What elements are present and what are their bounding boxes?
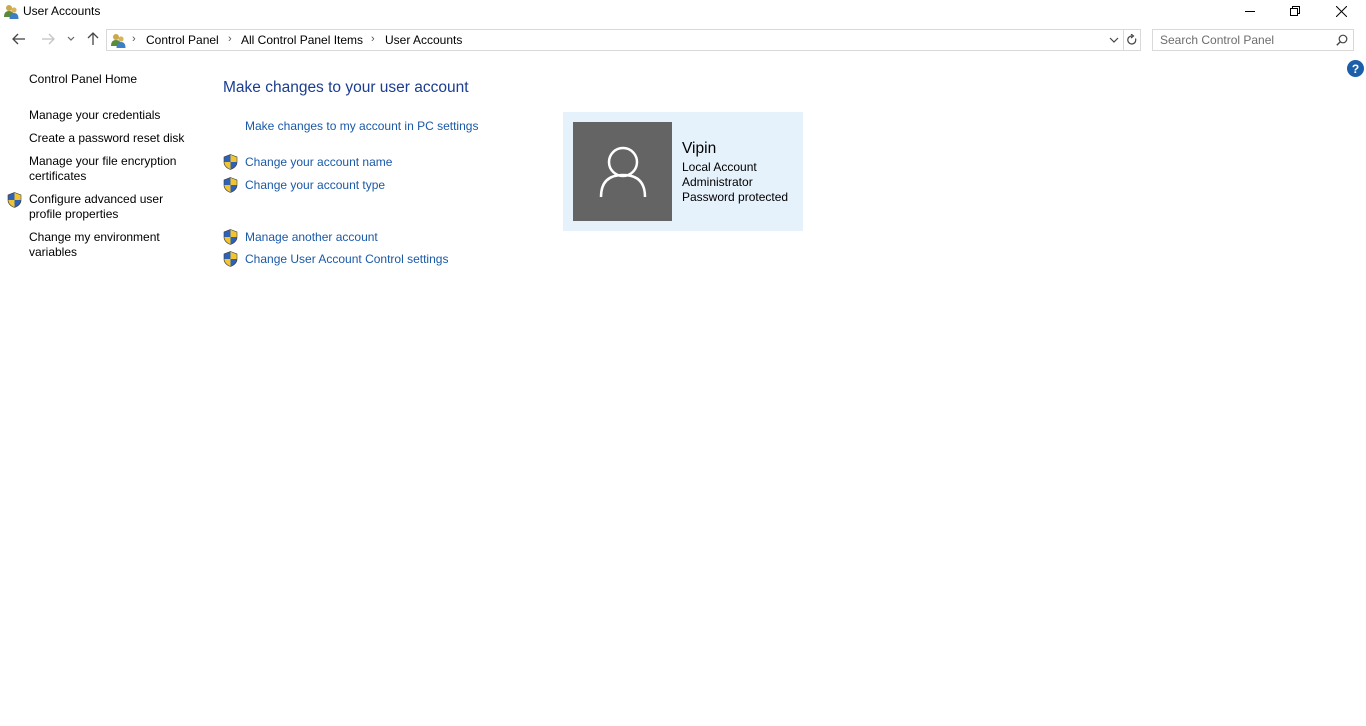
page-title: Make changes to your user account	[223, 79, 469, 96]
account-card: Vipin Local Account Administrator Passwo…	[563, 112, 803, 231]
account-name: Vipin	[682, 140, 717, 157]
uac-shield-icon	[223, 229, 238, 245]
uac-shield-icon	[223, 251, 238, 267]
pc-settings-link[interactable]: Make changes to my account in PC setting…	[245, 119, 478, 133]
restore-button[interactable]	[1272, 0, 1318, 22]
minimize-icon	[1245, 11, 1255, 12]
change-account-type-link[interactable]: Change your account type	[245, 178, 385, 192]
search-box[interactable]	[1152, 29, 1354, 51]
breadcrumb-separator[interactable]: ›	[132, 33, 136, 45]
back-arrow-icon	[12, 33, 25, 45]
up-button[interactable]	[84, 30, 102, 48]
change-account-name-link[interactable]: Change your account name	[245, 155, 392, 169]
breadcrumb-separator[interactable]: ›	[228, 33, 232, 45]
user-accounts-icon	[3, 3, 20, 20]
breadcrumb-all-control-panel-items[interactable]: All Control Panel Items	[241, 33, 363, 47]
recent-locations-button[interactable]	[64, 30, 78, 48]
sidebar-control-panel-home[interactable]: Control Panel Home	[29, 72, 194, 87]
sidebar-item-advanced-user-profile[interactable]: Configure advanced user profile properti…	[29, 192, 179, 222]
sidebar-item-environment-variables[interactable]: Change my environment variables	[29, 230, 174, 260]
breadcrumb-user-accounts[interactable]: User Accounts	[385, 33, 462, 47]
up-arrow-icon	[87, 32, 99, 45]
chevron-down-icon	[67, 36, 75, 41]
uac-shield-icon	[7, 192, 22, 208]
user-accounts-icon	[110, 32, 127, 49]
breadcrumb-separator[interactable]: ›	[371, 33, 375, 45]
sidebar-item-manage-credentials[interactable]: Manage your credentials	[29, 108, 194, 123]
chevron-down-icon	[1109, 37, 1119, 43]
search-input[interactable]	[1153, 30, 1328, 50]
uac-shield-icon	[223, 177, 238, 193]
avatar	[573, 122, 672, 221]
navigation-bar: › Control Panel › All Control Panel Item…	[0, 27, 1366, 53]
sidebar-item-file-encryption-certificates[interactable]: Manage your file encryption certificates	[29, 154, 189, 184]
address-bar[interactable]: › Control Panel › All Control Panel Item…	[106, 29, 1124, 51]
close-icon	[1335, 5, 1347, 17]
account-type: Local Account	[682, 160, 757, 174]
change-uac-settings-link[interactable]: Change User Account Control settings	[245, 252, 448, 266]
close-button[interactable]	[1318, 0, 1364, 22]
forward-arrow-icon	[42, 33, 55, 45]
address-history-button[interactable]	[1107, 33, 1121, 47]
breadcrumb-control-panel[interactable]: Control Panel	[146, 33, 219, 47]
user-silhouette-icon	[599, 146, 646, 197]
manage-another-account-link[interactable]: Manage another account	[245, 230, 378, 244]
title-bar: User Accounts	[0, 0, 1366, 24]
refresh-button[interactable]	[1123, 29, 1141, 51]
search-icon[interactable]	[1336, 34, 1348, 46]
account-password-status: Password protected	[682, 190, 789, 204]
back-button[interactable]	[10, 30, 28, 48]
minimize-button[interactable]	[1227, 0, 1273, 22]
uac-shield-icon	[223, 154, 238, 170]
account-role: Administrator	[682, 175, 753, 189]
sidebar-item-password-reset-disk[interactable]: Create a password reset disk	[29, 131, 194, 146]
window-title: User Accounts	[23, 4, 101, 18]
refresh-icon	[1126, 34, 1136, 45]
forward-button[interactable]	[39, 30, 57, 48]
help-button[interactable]: ?	[1347, 60, 1364, 77]
restore-icon	[1290, 6, 1300, 16]
